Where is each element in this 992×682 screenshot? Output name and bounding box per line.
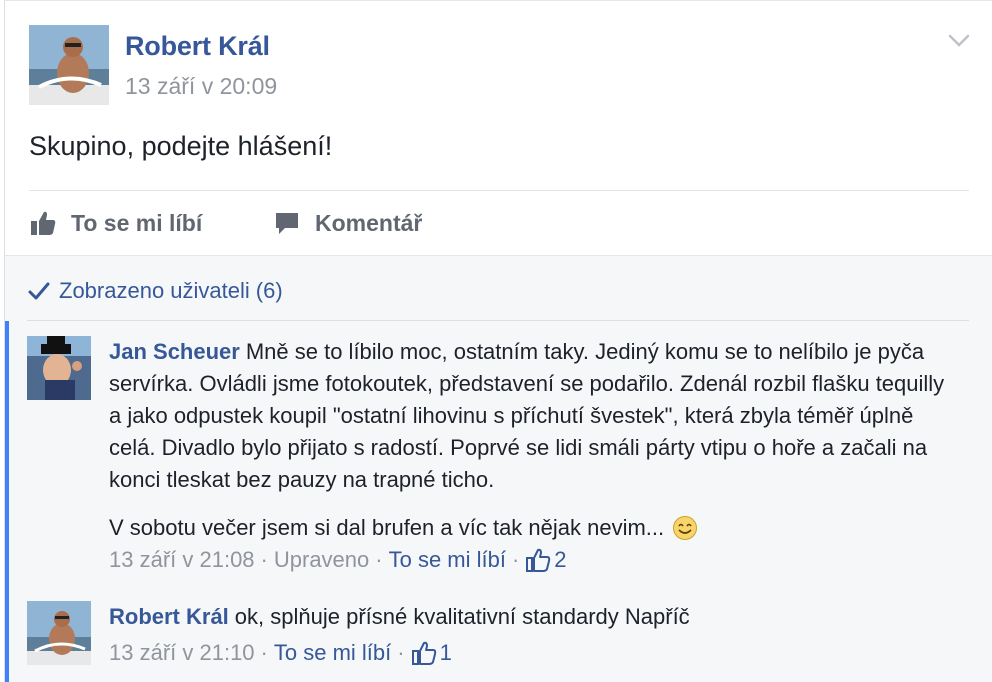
comment-content: Jan Scheuer Mně se to líbilo moc, ostatní… <box>109 336 959 496</box>
comment-likes[interactable]: 2 <box>525 544 567 576</box>
comment-bubble-icon <box>276 213 298 234</box>
seen-by-link[interactable]: Zobrazeno uživateli (6) <box>27 278 283 304</box>
comments-section: Zobrazeno uživateli (6) Jan Scheuer Mně … <box>5 255 992 682</box>
commenter-name[interactable]: Robert Král <box>109 604 229 629</box>
thumbs-up-icon <box>526 548 551 572</box>
post-card: Robert Král 13 září v 20:09 Skupino, pod… <box>4 0 992 682</box>
comment-meta: 13 září v 21:10 · To se mi líbí · 1 <box>109 637 959 669</box>
comment-button[interactable]: Komentář <box>273 206 422 240</box>
seen-by-count: (6) <box>255 278 283 303</box>
post-author[interactable]: Robert Král <box>125 31 270 62</box>
separator: · <box>375 547 383 572</box>
post-text: Skupino, podejte hlášení! <box>29 131 333 161</box>
comment-text: ok, splňuje přísné kvalitativní standard… <box>234 604 690 629</box>
thumbs-up-icon <box>31 211 56 235</box>
commenter-avatar[interactable] <box>27 336 91 400</box>
like-button-label: To se mi líbí <box>71 209 203 236</box>
comment-like-link[interactable]: To se mi líbí <box>274 637 391 669</box>
seen-by-label: Zobrazeno uživateli <box>59 278 250 303</box>
checkmark-icon <box>28 282 50 300</box>
comment-button-label: Komentář <box>315 209 423 236</box>
comment-meta: 13 září v 21:08 · Upraveno · To se mi lí… <box>109 544 959 576</box>
post-timestamp[interactable]: 13 září v 20:09 <box>125 73 277 100</box>
separator: · <box>260 547 268 572</box>
like-button[interactable]: To se mi líbí <box>29 206 202 240</box>
comment-thread-accent <box>5 321 9 682</box>
separator: · <box>511 547 520 572</box>
separator: · <box>397 640 405 665</box>
commenter-name[interactable]: Jan Scheuer <box>109 339 240 364</box>
comment-like-count: 1 <box>439 640 452 665</box>
comment-like-count: 2 <box>554 547 567 572</box>
divider <box>29 190 969 191</box>
commenter-avatar[interactable] <box>27 601 91 665</box>
comment-like-link[interactable]: To se mi líbí <box>389 544 506 576</box>
author-avatar[interactable] <box>29 25 109 105</box>
comment-text-paragraph: V sobotu večer jsem si dal brufen a víc … <box>109 512 959 544</box>
comment-timestamp[interactable]: 13 září v 21:08 <box>109 544 255 576</box>
smiley-icon <box>673 516 698 540</box>
comment-content: Robert Král ok, splňuje přísné kvalitativ… <box>109 601 959 633</box>
edited-label[interactable]: Upraveno <box>274 544 369 576</box>
divider <box>27 320 969 321</box>
chevron-down-icon[interactable] <box>947 31 971 51</box>
comment-likes[interactable]: 1 <box>411 637 452 669</box>
comment-timestamp[interactable]: 13 září v 21:10 <box>109 637 255 669</box>
comment-text-2: V sobotu večer jsem si dal brufen a víc … <box>109 515 665 540</box>
thumbs-up-icon <box>411 641 436 665</box>
separator: · <box>260 640 268 665</box>
